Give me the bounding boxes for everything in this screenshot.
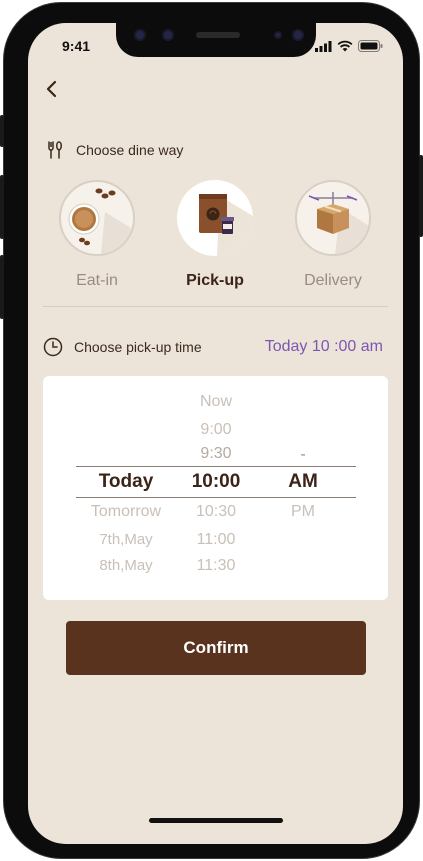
wifi-icon	[337, 40, 353, 52]
app-screen: 9:41 Choose dine way Eat-in Pick-up Deli…	[28, 23, 403, 844]
sensor-icon	[274, 31, 282, 39]
volume-up-button	[0, 175, 4, 239]
day-selected[interactable]: Today	[76, 471, 176, 493]
takeaway-bag-icon	[199, 194, 253, 256]
time-option[interactable]: 9:30	[176, 445, 256, 463]
time-option[interactable]: 9:00	[176, 421, 256, 439]
period-selected[interactable]: AM	[263, 471, 343, 493]
time-picker[interactable]: Today Tomorrow 7th,May 8th,May Now 9:00 …	[43, 376, 388, 600]
option-label: Delivery	[304, 272, 362, 289]
status-time: 9:41	[62, 38, 91, 54]
period-column[interactable]: - AM PM	[263, 376, 343, 600]
mute-switch	[0, 115, 4, 147]
camera-icon	[292, 29, 304, 41]
battery-icon	[358, 40, 383, 52]
chevron-left-icon[interactable]	[42, 79, 62, 99]
delivery-badge[interactable]	[295, 180, 371, 256]
selected-time: Today 10 :00 am	[264, 338, 383, 355]
dine-way-header: Choose dine way	[45, 140, 183, 160]
camera-icon	[134, 29, 146, 41]
time-option[interactable]: Now	[176, 393, 256, 411]
day-option[interactable]: 8th,May	[76, 557, 176, 574]
option-pick-up[interactable]: Pick-up	[177, 180, 253, 290]
section-divider	[43, 306, 388, 307]
dine-way-title: Choose dine way	[76, 142, 184, 158]
drone-delivery-icon	[308, 192, 369, 254]
notch	[116, 23, 316, 57]
pickup-time-header: Choose pick-up time	[43, 337, 202, 357]
pickup-time-title: Choose pick-up time	[74, 339, 202, 355]
signal-icon	[315, 40, 332, 52]
camera-icon	[162, 29, 174, 41]
time-column[interactable]: Now 9:00 9:30 10:00 10:30 11:00 11:30	[176, 376, 256, 600]
phone-frame: 9:41 Choose dine way Eat-in Pick-up Deli…	[0, 2, 423, 859]
option-delivery[interactable]: Delivery	[295, 180, 371, 290]
clock-icon	[43, 337, 63, 357]
day-option[interactable]: 7th,May	[76, 531, 176, 548]
status-icons	[315, 40, 383, 52]
time-option[interactable]: 11:00	[176, 531, 256, 549]
option-label: Pick-up	[186, 272, 244, 289]
time-option[interactable]: 11:30	[176, 557, 256, 575]
option-label: Eat-in	[76, 272, 118, 289]
period-option[interactable]: -	[263, 446, 343, 464]
coffee-cup-icon	[68, 188, 131, 254]
period-option[interactable]: PM	[263, 503, 343, 521]
utensils-icon	[48, 141, 62, 159]
power-button	[419, 155, 423, 237]
day-option[interactable]: Tomorrow	[76, 503, 176, 521]
option-eat-in[interactable]: Eat-in	[59, 180, 135, 290]
pick-up-badge[interactable]	[177, 180, 253, 256]
eat-in-badge[interactable]	[59, 180, 135, 256]
time-selected[interactable]: 10:00	[176, 471, 256, 493]
day-column[interactable]: Today Tomorrow 7th,May 8th,May	[76, 376, 176, 600]
home-indicator[interactable]	[149, 818, 283, 823]
speaker-grille	[196, 32, 240, 38]
time-option[interactable]: 10:30	[176, 503, 256, 521]
confirm-button[interactable]: Confirm	[66, 621, 366, 675]
volume-down-button	[0, 255, 4, 319]
